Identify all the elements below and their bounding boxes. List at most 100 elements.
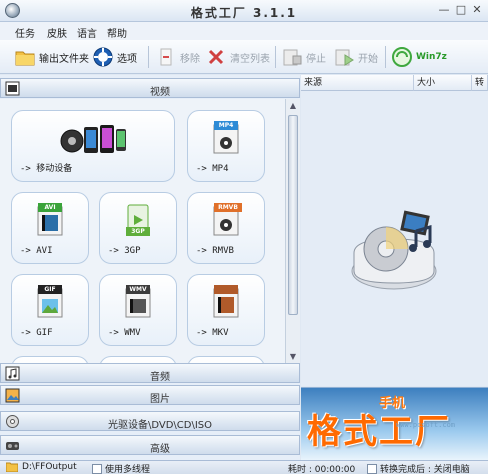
- win7-label: Win7z: [416, 52, 447, 62]
- maximize-button[interactable]: □: [454, 3, 468, 17]
- column-source[interactable]: 来源: [301, 75, 414, 91]
- after-convert-label: 转换完成后 : 关闭电脑: [380, 465, 470, 474]
- file-list[interactable]: [301, 91, 488, 386]
- tile-wmv[interactable]: WMV -> WMV: [99, 274, 177, 346]
- tile-mp4[interactable]: MP4 -> MP4: [187, 110, 265, 182]
- category-rom-label: 光驱设备\DVD\CD\ISO: [107, 420, 213, 431]
- start-icon: [335, 49, 354, 66]
- tile-label: -> WMV: [108, 328, 141, 338]
- scroll-thumb[interactable]: [288, 115, 298, 315]
- multithread-checkbox[interactable]: 使用多线程: [92, 462, 150, 474]
- remove-button[interactable]: 移除: [155, 45, 200, 69]
- tile-label: -> AVI: [20, 246, 53, 256]
- column-size[interactable]: 大小: [414, 75, 472, 91]
- category-rom-header[interactable]: 光驱设备\DVD\CD\ISO: [0, 411, 300, 431]
- picture-category-icon: [5, 388, 20, 403]
- mobile-devices-icon: [60, 125, 126, 153]
- remove-icon: [160, 48, 172, 66]
- task-panel: 来源 大小 转 手机 格式工厂 www.pcsoft.com: [301, 75, 488, 460]
- category-video-header[interactable]: 视频: [0, 78, 300, 98]
- title-bar: 格式工厂 3.1.1 — □ ✕: [0, 0, 488, 22]
- format-badge: WMV: [126, 285, 150, 294]
- promo-banner[interactable]: 手机 格式工厂 www.pcsoft.com: [301, 387, 488, 460]
- tile-label: -> GIF: [20, 328, 53, 338]
- close-button[interactable]: ✕: [470, 3, 484, 17]
- tile-rmvb[interactable]: RMVB -> RMVB: [187, 192, 265, 264]
- win7-icon: [392, 47, 412, 67]
- video-category-icon: [5, 81, 20, 96]
- scroll-up-icon[interactable]: ▲: [286, 99, 300, 113]
- minimize-button[interactable]: —: [437, 3, 451, 17]
- options-icon: [93, 47, 113, 67]
- category-advanced-header[interactable]: 高级: [0, 435, 300, 455]
- category-advanced-label: 高级: [150, 444, 170, 455]
- category-video-label: 视频: [150, 87, 170, 98]
- avi-icon: AVI: [36, 203, 64, 237]
- scroll-down-icon[interactable]: ▼: [286, 350, 300, 364]
- tile-label: -> MP4: [196, 164, 229, 174]
- column-convert[interactable]: 转: [472, 75, 488, 91]
- rmvb-icon: RMVB: [212, 203, 242, 237]
- category-picture-header[interactable]: 图片: [0, 385, 300, 405]
- clear-list-button[interactable]: 清空列表: [205, 45, 270, 69]
- folder-icon: [6, 462, 18, 472]
- stop-button[interactable]: 停止: [281, 45, 326, 69]
- wmv-icon: WMV: [124, 285, 152, 319]
- clear-list-icon: [208, 49, 224, 65]
- win7-button[interactable]: Win7z: [391, 45, 447, 69]
- window-title: 格式工厂 3.1.1: [190, 6, 298, 20]
- format-factory-logo-icon: [351, 210, 437, 290]
- folder-icon: [15, 51, 35, 66]
- elapsed-time-label: 耗时 : 00:00:00: [288, 465, 356, 474]
- options-label: 选项: [117, 53, 137, 65]
- elapsed-time: 耗时 : 00:00:00: [288, 462, 355, 474]
- tile-label: -> MKV: [196, 328, 229, 338]
- output-folder-label: 输出文件夹: [39, 53, 89, 65]
- category-audio-label: 音频: [150, 372, 170, 383]
- toolbar: 输出文件夹 选项 移除 清空列表 停止 开始 Win7z: [0, 40, 488, 74]
- banner-watermark: www.pcsoft.com: [396, 421, 456, 429]
- menu-skin[interactable]: 皮肤: [47, 25, 67, 40]
- advanced-category-icon: [6, 442, 19, 450]
- format-grid-scrollbar[interactable]: ▲ ▼: [285, 99, 300, 364]
- menu-language[interactable]: 语言: [77, 25, 97, 40]
- disc-category-icon: [6, 415, 19, 428]
- audio-category-icon: [5, 366, 20, 381]
- 3gp-icon: 3GP: [124, 203, 152, 237]
- start-button[interactable]: 开始: [333, 45, 378, 69]
- format-badge: AVI: [38, 203, 62, 212]
- tile-mobile-device[interactable]: -> 移动设备: [11, 110, 175, 182]
- output-path[interactable]: D:\FFOutput: [6, 462, 77, 472]
- menu-help[interactable]: 帮助: [107, 25, 127, 40]
- format-badge: 3GP: [126, 227, 150, 236]
- output-path-label: D:\FFOutput: [22, 462, 77, 472]
- status-bar: D:\FFOutput 使用多线程 耗时 : 00:00:00 转换完成后 : …: [0, 460, 488, 474]
- tile-gif[interactable]: GIF -> GIF: [11, 274, 89, 346]
- checkbox-box[interactable]: [367, 463, 377, 474]
- tile-mkv[interactable]: -> MKV: [187, 274, 265, 346]
- tile-label: -> 3GP: [108, 246, 141, 256]
- mp4-icon: MP4: [212, 121, 240, 155]
- format-badge: RMVB: [214, 203, 242, 212]
- tile-3gp[interactable]: 3GP -> 3GP: [99, 192, 177, 264]
- category-audio-header[interactable]: 音频: [0, 363, 300, 383]
- gif-icon: GIF: [36, 285, 64, 319]
- remove-label: 移除: [180, 53, 200, 65]
- start-label: 开始: [358, 53, 378, 65]
- tile-avi[interactable]: AVI -> AVI: [11, 192, 89, 264]
- format-grid: -> 移动设备 MP4 -> MP4 AVI -> AVI 3GP -> 3GP: [0, 99, 285, 364]
- menu-bar: 任务 皮肤 语言 帮助: [0, 22, 488, 40]
- after-convert-checkbox[interactable]: 转换完成后 : 关闭电脑: [367, 462, 470, 474]
- category-picture-label: 图片: [150, 394, 170, 405]
- checkbox-box[interactable]: [92, 463, 102, 474]
- menu-task[interactable]: 任务: [15, 25, 35, 40]
- toolbar-separator: [148, 46, 149, 68]
- toolbar-separator: [275, 46, 276, 68]
- format-badge: [214, 285, 238, 294]
- category-panel: 视频 -> 移动设备 MP4 -> MP4 AVI -> AVI 3GP -> …: [0, 75, 300, 460]
- toolbar-separator: [385, 46, 386, 68]
- mkv-icon: [212, 285, 240, 319]
- output-folder-button[interactable]: 输出文件夹: [14, 45, 89, 69]
- options-button[interactable]: 选项: [92, 45, 137, 69]
- format-badge: MP4: [214, 121, 238, 130]
